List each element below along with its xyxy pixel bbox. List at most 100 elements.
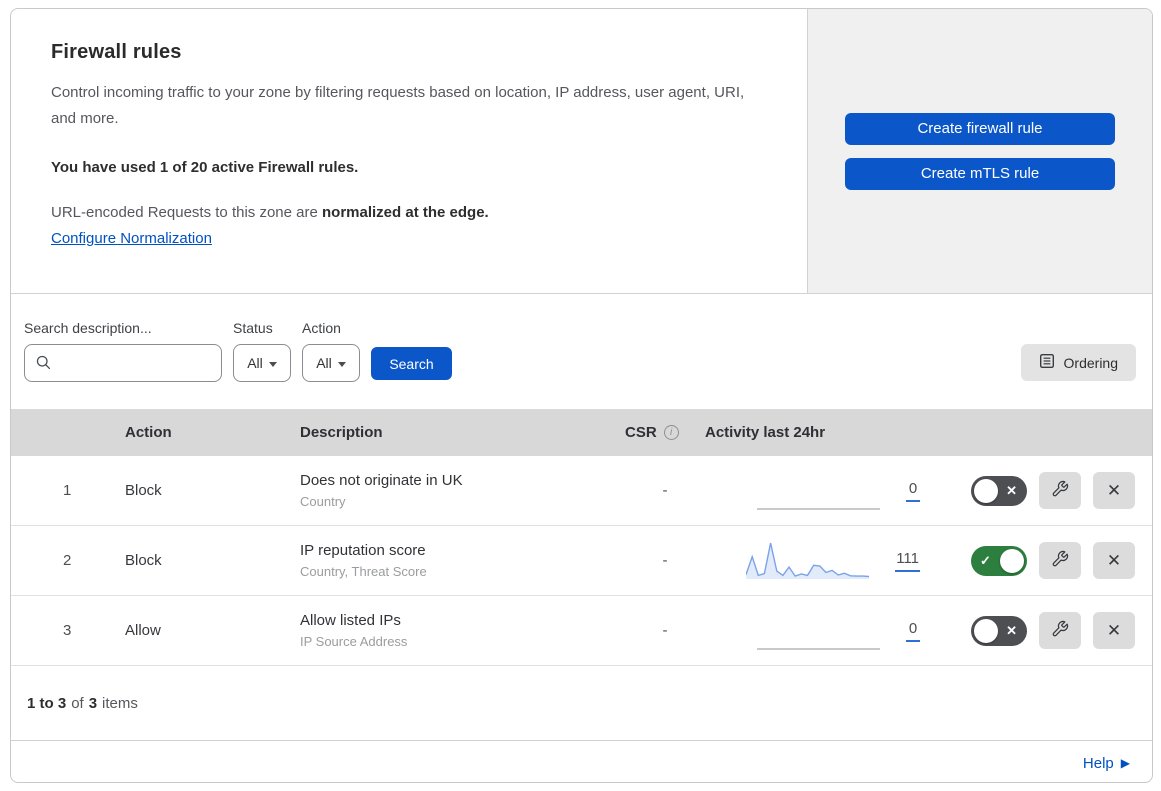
- search-group: Search description...: [24, 320, 222, 382]
- delete-rule-button[interactable]: ✕: [1093, 542, 1135, 579]
- create-buttons-panel: Create firewall rule Create mTLS rule: [807, 9, 1152, 293]
- header-text-block: Firewall rules Control incoming traffic …: [11, 9, 807, 293]
- rule-number: 2: [63, 552, 72, 569]
- normalization-prefix: URL-encoded Requests to this zone are: [51, 203, 318, 221]
- rule-number: 1: [63, 482, 72, 499]
- activity-count-link[interactable]: 0: [906, 480, 920, 502]
- x-icon: ✕: [1006, 622, 1017, 638]
- header-section: Firewall rules Control incoming traffic …: [11, 9, 1152, 294]
- rule-title: IP reputation score: [300, 542, 426, 559]
- help-bar: Help ▶: [11, 740, 1152, 782]
- chevron-down-icon: [337, 361, 346, 367]
- rule-activity: 0: [705, 610, 920, 652]
- rule-controls: ✓ ✕ ✕: [920, 612, 1152, 649]
- status-label: Status: [233, 320, 273, 336]
- table-row: 2 Block IP reputation score Country, Thr…: [11, 526, 1152, 596]
- page-description: Control incoming traffic to your zone by…: [51, 84, 745, 128]
- items-total: 3: [88, 694, 98, 712]
- firewall-rules-card: Firewall rules Control incoming traffic …: [10, 8, 1153, 783]
- ordering-button-label: Ordering: [1063, 354, 1118, 371]
- column-description: Description: [300, 424, 383, 441]
- close-icon: ✕: [1106, 480, 1122, 500]
- rule-action: Allow: [125, 622, 161, 639]
- rule-activity: 111: [705, 540, 920, 582]
- action-label: Action: [302, 320, 341, 336]
- ordering-button[interactable]: Ordering: [1020, 344, 1136, 381]
- edit-rule-button[interactable]: [1039, 612, 1081, 649]
- status-select-value: All: [247, 355, 263, 371]
- activity-sparkline: [757, 507, 880, 510]
- usage-summary: You have used 1 of 20 active Firewall ru…: [51, 158, 359, 176]
- rule-title: Allow listed IPs: [300, 612, 401, 629]
- rule-csr: -: [662, 622, 668, 639]
- status-select[interactable]: All: [233, 344, 291, 382]
- action-select-value: All: [316, 355, 332, 371]
- toggle-knob: [1000, 548, 1024, 573]
- table-row: 1 Block Does not originate in UK Country…: [11, 456, 1152, 526]
- close-icon: ✕: [1106, 550, 1122, 570]
- column-action: Action: [125, 424, 172, 441]
- rule-controls: ✓ ✕ ✕: [920, 542, 1152, 579]
- items-word: items: [102, 694, 138, 712]
- rule-description: IP reputation score Country, Threat Scor…: [300, 542, 625, 579]
- rule-controls: ✓ ✕ ✕: [920, 472, 1152, 509]
- activity-sparkline: [746, 542, 870, 579]
- help-link-label: Help: [1082, 754, 1114, 772]
- rule-number: 3: [63, 622, 72, 639]
- action-filter-group: Action All: [302, 320, 360, 382]
- help-link[interactable]: Help ▶: [1083, 755, 1130, 772]
- table-header: Action Description CSR i Activity last 2…: [11, 409, 1152, 456]
- edit-rule-button[interactable]: [1039, 472, 1081, 509]
- check-icon: ✓: [980, 552, 991, 568]
- activity-count-link[interactable]: 0: [906, 620, 920, 642]
- rule-fields: Country, Threat Score: [300, 564, 427, 579]
- toggle-knob: [974, 478, 998, 503]
- rule-title: Does not originate in UK: [300, 472, 463, 489]
- wrench-icon: [1051, 550, 1069, 571]
- configure-normalization-link[interactable]: Configure Normalization: [51, 230, 212, 247]
- rule-description: Allow listed IPs IP Source Address: [300, 612, 625, 649]
- normalization-note: URL-encoded Requests to this zone are no…: [51, 204, 767, 221]
- rule-action: Block: [125, 552, 162, 569]
- delete-rule-button[interactable]: ✕: [1093, 472, 1135, 509]
- search-input[interactable]: [24, 344, 222, 382]
- page-title: Firewall rules: [51, 41, 182, 63]
- wrench-icon: [1051, 620, 1069, 641]
- edit-rule-button[interactable]: [1039, 542, 1081, 579]
- activity-count-link[interactable]: 111: [895, 550, 920, 572]
- rule-fields: IP Source Address: [300, 634, 408, 649]
- search-button[interactable]: Search: [371, 347, 452, 380]
- toggle-knob: [974, 618, 998, 643]
- action-select[interactable]: All: [302, 344, 360, 382]
- enable-toggle[interactable]: ✓ ✕: [971, 545, 1027, 576]
- enable-toggle[interactable]: ✓ ✕: [971, 475, 1027, 506]
- table-row: 3 Allow Allow listed IPs IP Source Addre…: [11, 596, 1152, 666]
- activity-sparkline: [757, 647, 880, 650]
- filter-bar: Search description... Status All Action: [11, 294, 1152, 409]
- column-csr: CSR i: [625, 424, 705, 441]
- pagination-summary: 1 to 3 of 3 items: [11, 666, 1152, 740]
- column-activity: Activity last 24hr: [705, 424, 826, 441]
- rule-csr: -: [662, 482, 668, 499]
- enable-toggle[interactable]: ✓ ✕: [971, 615, 1027, 646]
- create-firewall-rule-button[interactable]: Create firewall rule: [845, 112, 1115, 145]
- create-mtls-rule-button[interactable]: Create mTLS rule: [845, 157, 1115, 190]
- rule-description: Does not originate in UK Country: [300, 472, 625, 509]
- search-label: Search description...: [24, 320, 152, 336]
- close-icon: ✕: [1106, 620, 1122, 640]
- rule-csr: -: [662, 552, 668, 569]
- x-icon: ✕: [1006, 482, 1017, 498]
- chevron-down-icon: [268, 361, 277, 367]
- of-word: of: [71, 694, 84, 712]
- rule-activity: 0: [705, 470, 920, 512]
- info-icon[interactable]: i: [663, 425, 679, 440]
- rule-fields: Country: [300, 494, 346, 509]
- items-range: 1 to 3: [27, 694, 67, 712]
- normalization-bold: normalized at the edge.: [322, 203, 489, 221]
- ordering-list-icon: [1039, 353, 1055, 372]
- arrow-right-icon: ▶: [1120, 756, 1130, 770]
- delete-rule-button[interactable]: ✕: [1093, 612, 1135, 649]
- rule-action: Block: [125, 482, 162, 499]
- wrench-icon: [1051, 480, 1069, 501]
- status-filter-group: Status All: [233, 320, 291, 382]
